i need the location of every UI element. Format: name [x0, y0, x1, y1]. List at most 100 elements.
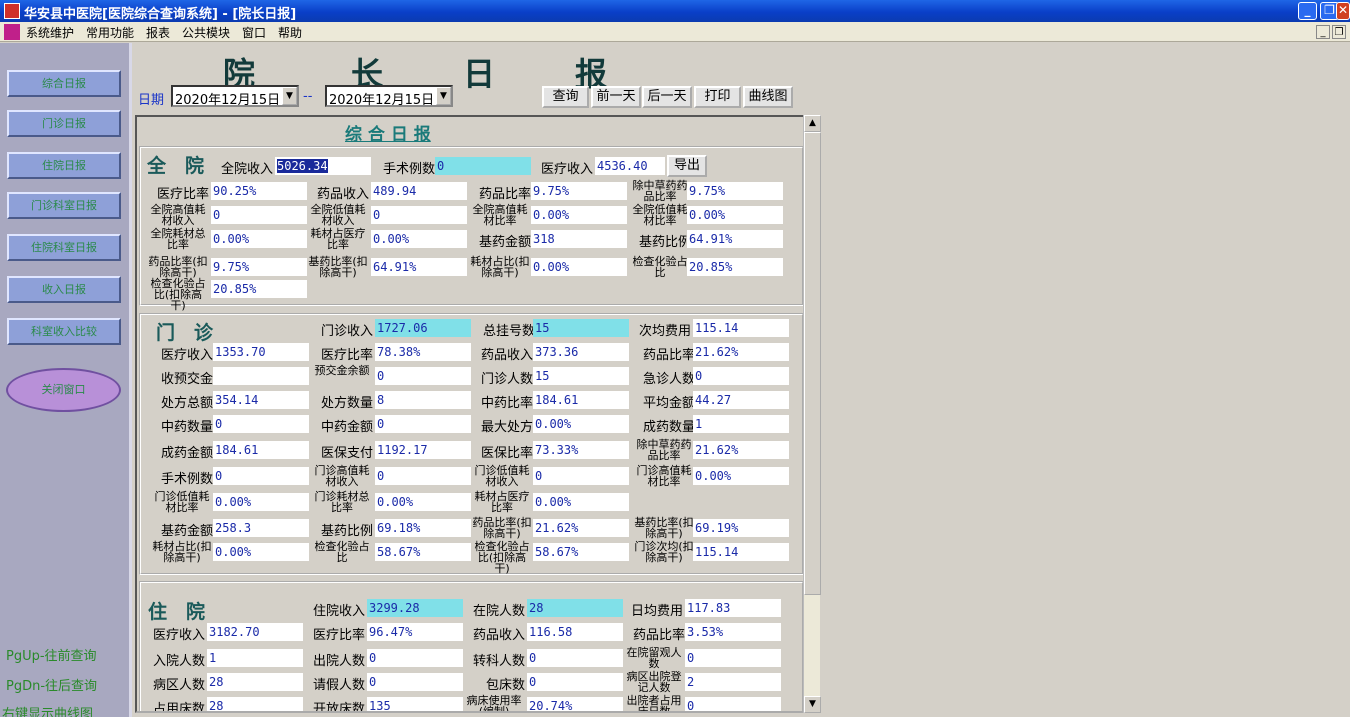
field-value[interactable]: 0: [685, 649, 781, 667]
close-button[interactable]: ✕: [1336, 2, 1350, 20]
field-value[interactable]: 3299.28: [367, 599, 463, 617]
export-button[interactable]: 导出: [667, 155, 707, 177]
field-value[interactable]: 78.38%: [375, 343, 471, 361]
field-value[interactable]: 489.94: [371, 182, 467, 200]
field-value[interactable]: 0: [213, 415, 309, 433]
report-panel[interactable]: 综 合 日 报 全 院 全院收入 5026.34 手术例数 0 医疗收入 4536.40 导…: [135, 115, 819, 713]
chevron-down-icon[interactable]: ▼: [436, 87, 451, 105]
field-value[interactable]: 20.85%: [687, 258, 783, 276]
field-value[interactable]: 0.00%: [371, 230, 467, 248]
field-value[interactable]: 0: [685, 697, 781, 711]
scroll-down-icon[interactable]: ▼: [804, 696, 821, 713]
menu-system[interactable]: 系统维护: [26, 24, 74, 41]
field-value[interactable]: 15: [533, 367, 629, 385]
field-value[interactable]: 0: [693, 367, 789, 385]
minimize-button[interactable]: _: [1298, 2, 1317, 20]
field-value[interactable]: 0: [375, 415, 471, 433]
field-value[interactable]: 115.14: [693, 543, 789, 561]
nav-summary-report[interactable]: 综合日报: [7, 70, 121, 97]
field-value[interactable]: 64.91%: [371, 258, 467, 276]
print-button[interactable]: 打印: [694, 86, 741, 108]
field-value[interactable]: 58.67%: [533, 543, 629, 561]
field-value[interactable]: 5026.34: [275, 157, 371, 175]
menu-common[interactable]: 常用功能: [86, 24, 134, 41]
field-value[interactable]: 0: [211, 206, 307, 224]
field-value[interactable]: 3.53%: [685, 623, 781, 641]
date-from-picker[interactable]: 2020年12月15日 ▼: [171, 85, 299, 108]
field-value[interactable]: 0.00%: [375, 493, 471, 511]
field-value[interactable]: 1: [693, 415, 789, 433]
field-value[interactable]: 8: [375, 391, 471, 409]
field-value[interactable]: 117.83: [685, 599, 781, 617]
field-value[interactable]: 0: [371, 206, 467, 224]
field-value[interactable]: 0: [375, 367, 471, 385]
field-value[interactable]: 9.75%: [531, 182, 627, 200]
field-value[interactable]: 0: [527, 649, 623, 667]
vertical-scrollbar[interactable]: ▲ ▼: [803, 115, 821, 713]
field-value[interactable]: 135: [367, 697, 463, 711]
menu-window[interactable]: 窗口: [242, 24, 266, 41]
field-value[interactable]: 28: [207, 697, 303, 711]
field-value[interactable]: 28: [207, 673, 303, 691]
scroll-up-icon[interactable]: ▲: [804, 115, 821, 132]
menu-public[interactable]: 公共模块: [182, 24, 230, 41]
scroll-thumb[interactable]: [804, 132, 821, 595]
field-value[interactable]: 1353.70: [213, 343, 309, 361]
prev-day-button[interactable]: 前一天: [591, 86, 641, 108]
field-value[interactable]: 0: [435, 157, 531, 175]
field-value[interactable]: 44.27: [693, 391, 789, 409]
field-value[interactable]: 318: [531, 230, 627, 248]
field-value[interactable]: 15: [533, 319, 629, 337]
nav-outpatient-report[interactable]: 门诊日报: [7, 110, 121, 137]
field-value[interactable]: 116.58: [527, 623, 623, 641]
field-value[interactable]: 0: [533, 467, 629, 485]
menu-help[interactable]: 帮助: [278, 24, 302, 41]
field-value[interactable]: 2: [685, 673, 781, 691]
nav-inpatient-dept-report[interactable]: 住院科室日报: [7, 234, 121, 261]
field-value[interactable]: 0: [527, 673, 623, 691]
child-minimize-button[interactable]: _: [1316, 25, 1330, 39]
field-value[interactable]: 73.33%: [533, 441, 629, 459]
field-value[interactable]: 0.00%: [533, 415, 629, 433]
field-value[interactable]: 0.00%: [533, 493, 629, 511]
nav-income-report[interactable]: 收入日报: [7, 276, 121, 303]
field-value[interactable]: 184.61: [533, 391, 629, 409]
field-value[interactable]: 0: [375, 467, 471, 485]
field-value[interactable]: 1727.06: [375, 319, 471, 337]
field-value[interactable]: 96.47%: [367, 623, 463, 641]
field-value[interactable]: 20.85%: [211, 280, 307, 298]
field-value[interactable]: 0.00%: [213, 493, 309, 511]
close-window-button[interactable]: 关闭窗口: [6, 368, 121, 412]
field-value[interactable]: 58.67%: [375, 543, 471, 561]
field-value[interactable]: 184.61: [213, 441, 309, 459]
field-value[interactable]: 21.62%: [533, 519, 629, 537]
field-value[interactable]: 0: [213, 467, 309, 485]
field-value[interactable]: 20.74%: [527, 697, 623, 711]
field-value[interactable]: 90.25%: [211, 182, 307, 200]
curve-chart-button[interactable]: 曲线图: [743, 86, 793, 108]
field-value[interactable]: 115.14: [693, 319, 789, 337]
field-value[interactable]: 69.18%: [375, 519, 471, 537]
field-value[interactable]: 0.00%: [531, 206, 627, 224]
field-value[interactable]: 373.36: [533, 343, 629, 361]
field-value[interactable]: 9.75%: [211, 258, 307, 276]
field-value[interactable]: 0.00%: [531, 258, 627, 276]
query-button[interactable]: 查询: [542, 86, 589, 108]
field-value[interactable]: 3182.70: [207, 623, 303, 641]
field-value[interactable]: 28: [527, 599, 623, 617]
child-restore-button[interactable]: ❐: [1332, 25, 1346, 39]
field-value[interactable]: 0: [367, 673, 463, 691]
nav-dept-income-compare[interactable]: 科室收入比较: [7, 318, 121, 345]
field-value[interactable]: 0.00%: [211, 230, 307, 248]
field-value[interactable]: [213, 367, 309, 385]
field-value[interactable]: 4536.40: [595, 157, 665, 175]
nav-inpatient-report[interactable]: 住院日报: [7, 152, 121, 179]
field-value[interactable]: 354.14: [213, 391, 309, 409]
menu-report[interactable]: 报表: [146, 24, 170, 41]
field-value[interactable]: 21.62%: [693, 441, 789, 459]
nav-outpatient-dept-report[interactable]: 门诊科室日报: [7, 192, 121, 219]
date-to-picker[interactable]: 2020年12月15日 ▼: [325, 85, 453, 108]
field-value[interactable]: 1192.17: [375, 441, 471, 459]
field-value[interactable]: 0.00%: [693, 467, 789, 485]
field-value[interactable]: 21.62%: [693, 343, 789, 361]
